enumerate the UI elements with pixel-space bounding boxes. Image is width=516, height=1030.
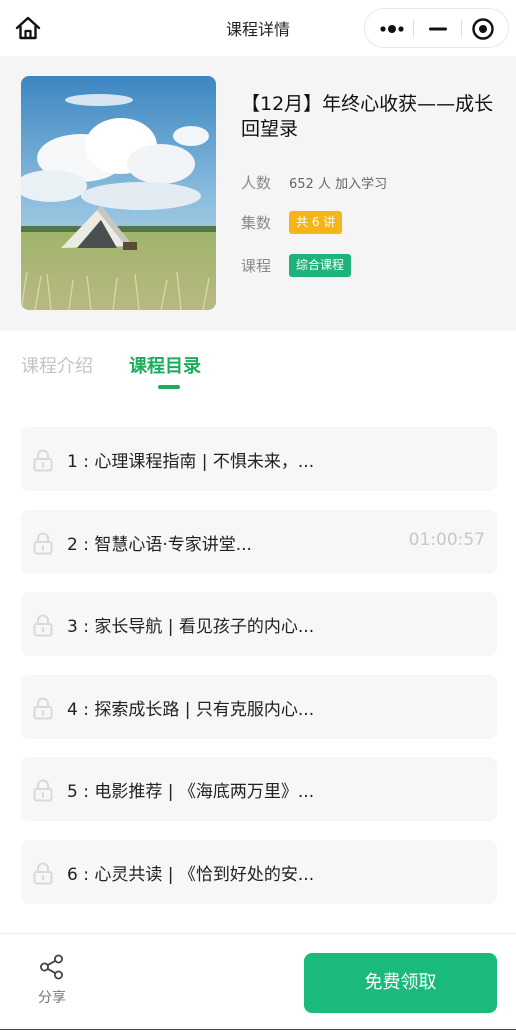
- lesson-item[interactable]: 6 : 心灵共读 | 《恰到好处的安...: [21, 840, 497, 904]
- learners-row: 人数 652 人 加入学习: [241, 169, 387, 195]
- nav-bar: 课程详情: [0, 0, 516, 56]
- lesson-title: 3 : 家长导航 | 看见孩子的内心...: [67, 617, 315, 637]
- learners-value: 652 人 加入学习: [289, 176, 388, 192]
- episodes-label: 集数: [241, 213, 272, 232]
- share-button[interactable]: 分享: [26, 952, 78, 1008]
- lock-icon: [33, 697, 53, 720]
- tab-course-catalog[interactable]: 课程目录: [129, 352, 201, 378]
- share-icon: [40, 954, 63, 980]
- episodes-row: 集数 共 6 讲: [241, 209, 343, 235]
- lesson-item[interactable]: 3 : 家长导航 | 看见孩子的内心...: [21, 592, 497, 656]
- bottom-action-bar: 分享 免费领取: [0, 933, 516, 1030]
- minimize-icon[interactable]: [427, 20, 449, 38]
- more-dots-icon[interactable]: [379, 20, 409, 38]
- course-type-badge: 综合课程: [289, 253, 352, 277]
- lock-icon: [33, 779, 53, 802]
- tab-course-intro[interactable]: 课程介绍: [21, 352, 93, 378]
- course-type-row: 课程 综合课程: [241, 252, 352, 278]
- lesson-duration: 01:00:57: [408, 530, 485, 550]
- lock-icon: [33, 862, 53, 885]
- claim-free-button[interactable]: 免费领取: [304, 953, 497, 1013]
- lesson-item[interactable]: 4 : 探索成长路 | 只有克服内心...: [21, 675, 497, 739]
- share-label: 分享: [38, 990, 66, 1006]
- lesson-title: 6 : 心灵共读 | 《恰到好处的安...: [67, 865, 315, 885]
- lesson-item[interactable]: 1 : 心理课程指南 | 不惧未来，...: [21, 427, 497, 491]
- lesson-title: 2 : 智慧心语·专家讲堂...: [67, 535, 252, 555]
- capsule-divider: [413, 20, 414, 38]
- course-title: 【12月】年终心收获——成长回望录: [241, 93, 494, 140]
- capsule-divider: [461, 20, 462, 38]
- course-type-label: 课程: [241, 256, 272, 275]
- course-header: 【12月】年终心收获——成长回望录 人数 652 人 加入学习 集数 共 6 讲…: [0, 56, 516, 331]
- lock-icon: [33, 532, 53, 555]
- lesson-title: 1 : 心理课程指南 | 不惧未来，...: [67, 452, 315, 472]
- lock-icon: [33, 614, 53, 637]
- mini-program-capsule: [364, 8, 509, 48]
- episodes-badge: 共 6 讲: [289, 210, 343, 234]
- lock-icon: [33, 449, 53, 472]
- course-cover-image: [21, 76, 216, 310]
- lesson-title: 5 : 电影推荐 | 《海底两万里》...: [67, 782, 315, 802]
- lesson-item[interactable]: 5 : 电影推荐 | 《海底两万里》...: [21, 757, 497, 821]
- learners-label: 人数: [241, 173, 272, 192]
- lesson-item[interactable]: 2 : 智慧心语·专家讲堂... 01:00:57: [21, 510, 497, 574]
- active-tab-indicator: [158, 385, 180, 389]
- target-close-icon[interactable]: [471, 17, 495, 41]
- lesson-title: 4 : 探索成长路 | 只有克服内心...: [67, 700, 315, 720]
